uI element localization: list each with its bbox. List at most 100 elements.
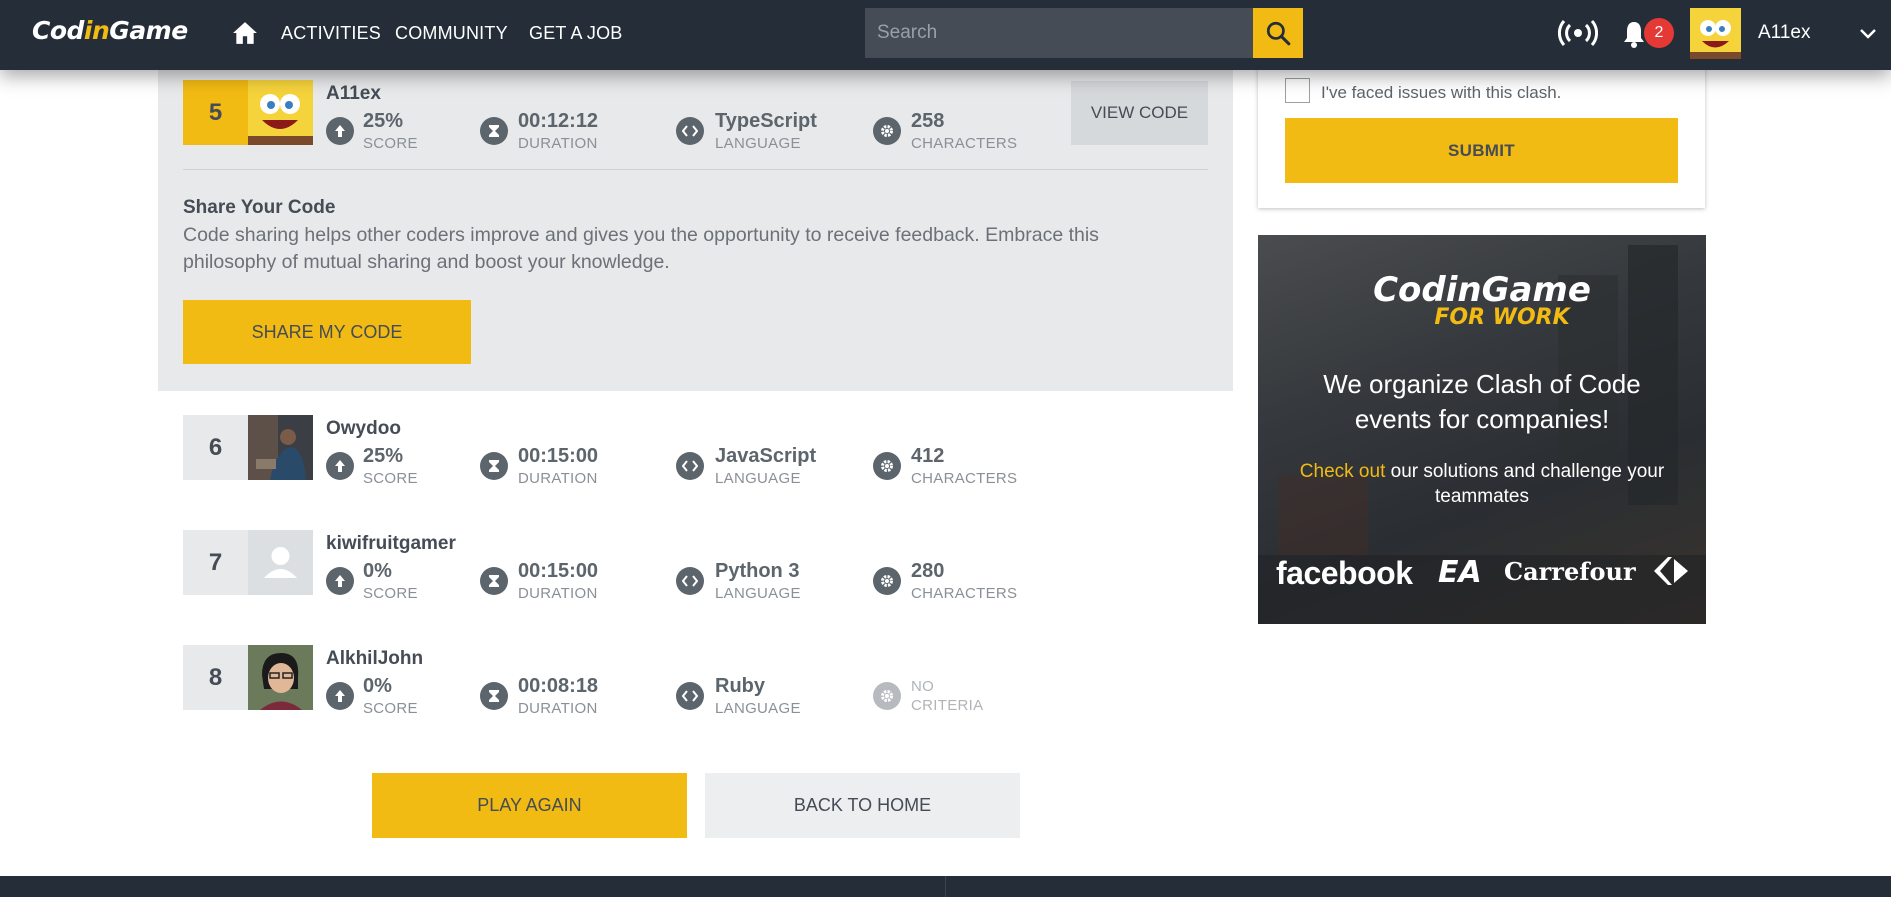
logo-text-1: Cod [32,16,84,45]
rank-badge: 6 [183,415,248,480]
code-icon [676,682,704,710]
carrefour-icon [1654,557,1688,585]
language-value: Ruby [715,675,765,697]
duration-value: 00:08:18 [518,675,599,697]
search-button[interactable] [1253,8,1303,58]
broadcast-icon[interactable] [1558,18,1598,48]
player-avatar [248,530,313,595]
score-value: 25% [363,445,404,467]
user-avatar[interactable] [1690,8,1741,59]
nav-get-a-job[interactable]: GET A JOB [529,23,623,44]
player-avatar [248,415,313,480]
hourglass-icon [480,567,508,595]
score-label: SCORE [363,585,418,602]
score-label: SCORE [363,470,418,487]
divider [183,169,1208,170]
score-label: SCORE [363,700,418,717]
nav-community[interactable]: COMMUNITY [395,23,508,44]
duration-label: DURATION [518,135,598,152]
score-icon [326,452,354,480]
top-navbar: CodinGame ACTIVITIES COMMUNITY GET A JOB… [0,0,1891,70]
gear-icon [873,117,901,145]
share-description: Code sharing helps other coders improve … [183,224,1099,273]
share-title: Share Your Code [183,197,336,218]
gear-icon [873,452,901,480]
nav-username[interactable]: A11ex [1758,22,1810,44]
language-label: LANGUAGE [715,585,801,602]
bell-icon[interactable] [1622,20,1646,48]
player-name[interactable]: AlkhilJohn [326,648,423,670]
player-avatar [248,80,313,145]
footer-divider [945,876,946,897]
score-value: 0% [363,560,392,582]
code-icon [676,117,704,145]
hourglass-icon [480,117,508,145]
logo-text-3: Game [109,16,188,45]
score-icon [326,567,354,595]
search-icon [1266,21,1291,46]
carrefour-logo: Carrefour [1504,557,1636,586]
ad-headline: We organize Clash of Code events for com… [1323,369,1641,434]
rank-badge: 7 [183,530,248,595]
ea-logo: EA [1438,555,1482,590]
no-criteria-label: CRITERIA [911,697,984,714]
ad-subtext-rest: our solutions and challenge your teammat… [1385,461,1665,507]
characters-value: 412 [911,445,945,467]
score-icon [326,682,354,710]
submit-button[interactable]: SUBMIT [1285,118,1678,183]
code-icon [676,452,704,480]
ad-logo-text-1: Cod [1373,270,1446,310]
codingame-logo[interactable]: CodinGame [32,16,188,45]
ad-logo-text-2: in [1445,270,1482,310]
player-photo [248,645,313,710]
no-criteria-label: NO [911,678,935,695]
hourglass-icon [480,682,508,710]
view-code-button[interactable]: VIEW CODE [1071,81,1208,145]
rank-badge: 8 [183,645,248,710]
player-name[interactable]: A11ex [326,83,381,105]
player-name[interactable]: Owydoo [326,418,401,440]
duration-label: DURATION [518,700,598,717]
facebook-logo: facebook [1276,555,1413,591]
language-value: JavaScript [715,445,817,467]
ad-subtext: Check out our solutions and challenge yo… [1298,459,1666,509]
player-avatar [248,645,313,710]
language-value: Python 3 [715,560,800,582]
duration-value: 00:15:00 [518,445,599,467]
score-value: 25% [363,110,404,132]
play-again-button[interactable]: PLAY AGAIN [372,773,687,838]
home-icon[interactable] [232,20,258,46]
language-value: TypeScript [715,110,817,132]
language-label: LANGUAGE [715,470,801,487]
code-icon [676,567,704,595]
language-label: LANGUAGE [715,700,801,717]
codingame-for-work-ad[interactable]: CodinGame FOR WORK We organize Clash of … [1258,235,1706,624]
score-label: SCORE [363,135,418,152]
language-label: LANGUAGE [715,135,801,152]
duration-label: DURATION [518,585,598,602]
issues-checkbox[interactable] [1285,78,1310,103]
ad-logo: CodinGame [1258,270,1706,310]
characters-value: 258 [911,110,945,132]
issues-checkbox-label[interactable]: I've faced issues with this clash. [1321,83,1561,103]
notification-badge[interactable]: 2 [1644,18,1674,48]
player-photo [248,415,313,480]
spongebob-avatar-image [1690,8,1741,59]
share-my-code-button[interactable]: SHARE MY CODE [183,300,471,364]
logo-text-2: in [83,16,110,45]
duration-value: 00:12:12 [518,110,599,132]
default-user-icon [264,547,297,578]
spongebob-avatar-image [248,80,313,145]
ad-check-out-link[interactable]: Check out [1300,461,1386,482]
chevron-down-icon[interactable] [1858,24,1878,44]
player-name[interactable]: kiwifruitgamer [326,533,456,555]
duration-value: 00:15:00 [518,560,599,582]
nav-activities[interactable]: ACTIVITIES [281,23,381,44]
score-icon [326,117,354,145]
gear-icon [873,682,901,710]
rank-badge: 5 [183,80,248,145]
search-input[interactable] [865,8,1253,58]
back-to-home-button[interactable]: BACK TO HOME [705,773,1020,838]
duration-label: DURATION [518,470,598,487]
characters-label: CHARACTERS [911,585,1018,602]
